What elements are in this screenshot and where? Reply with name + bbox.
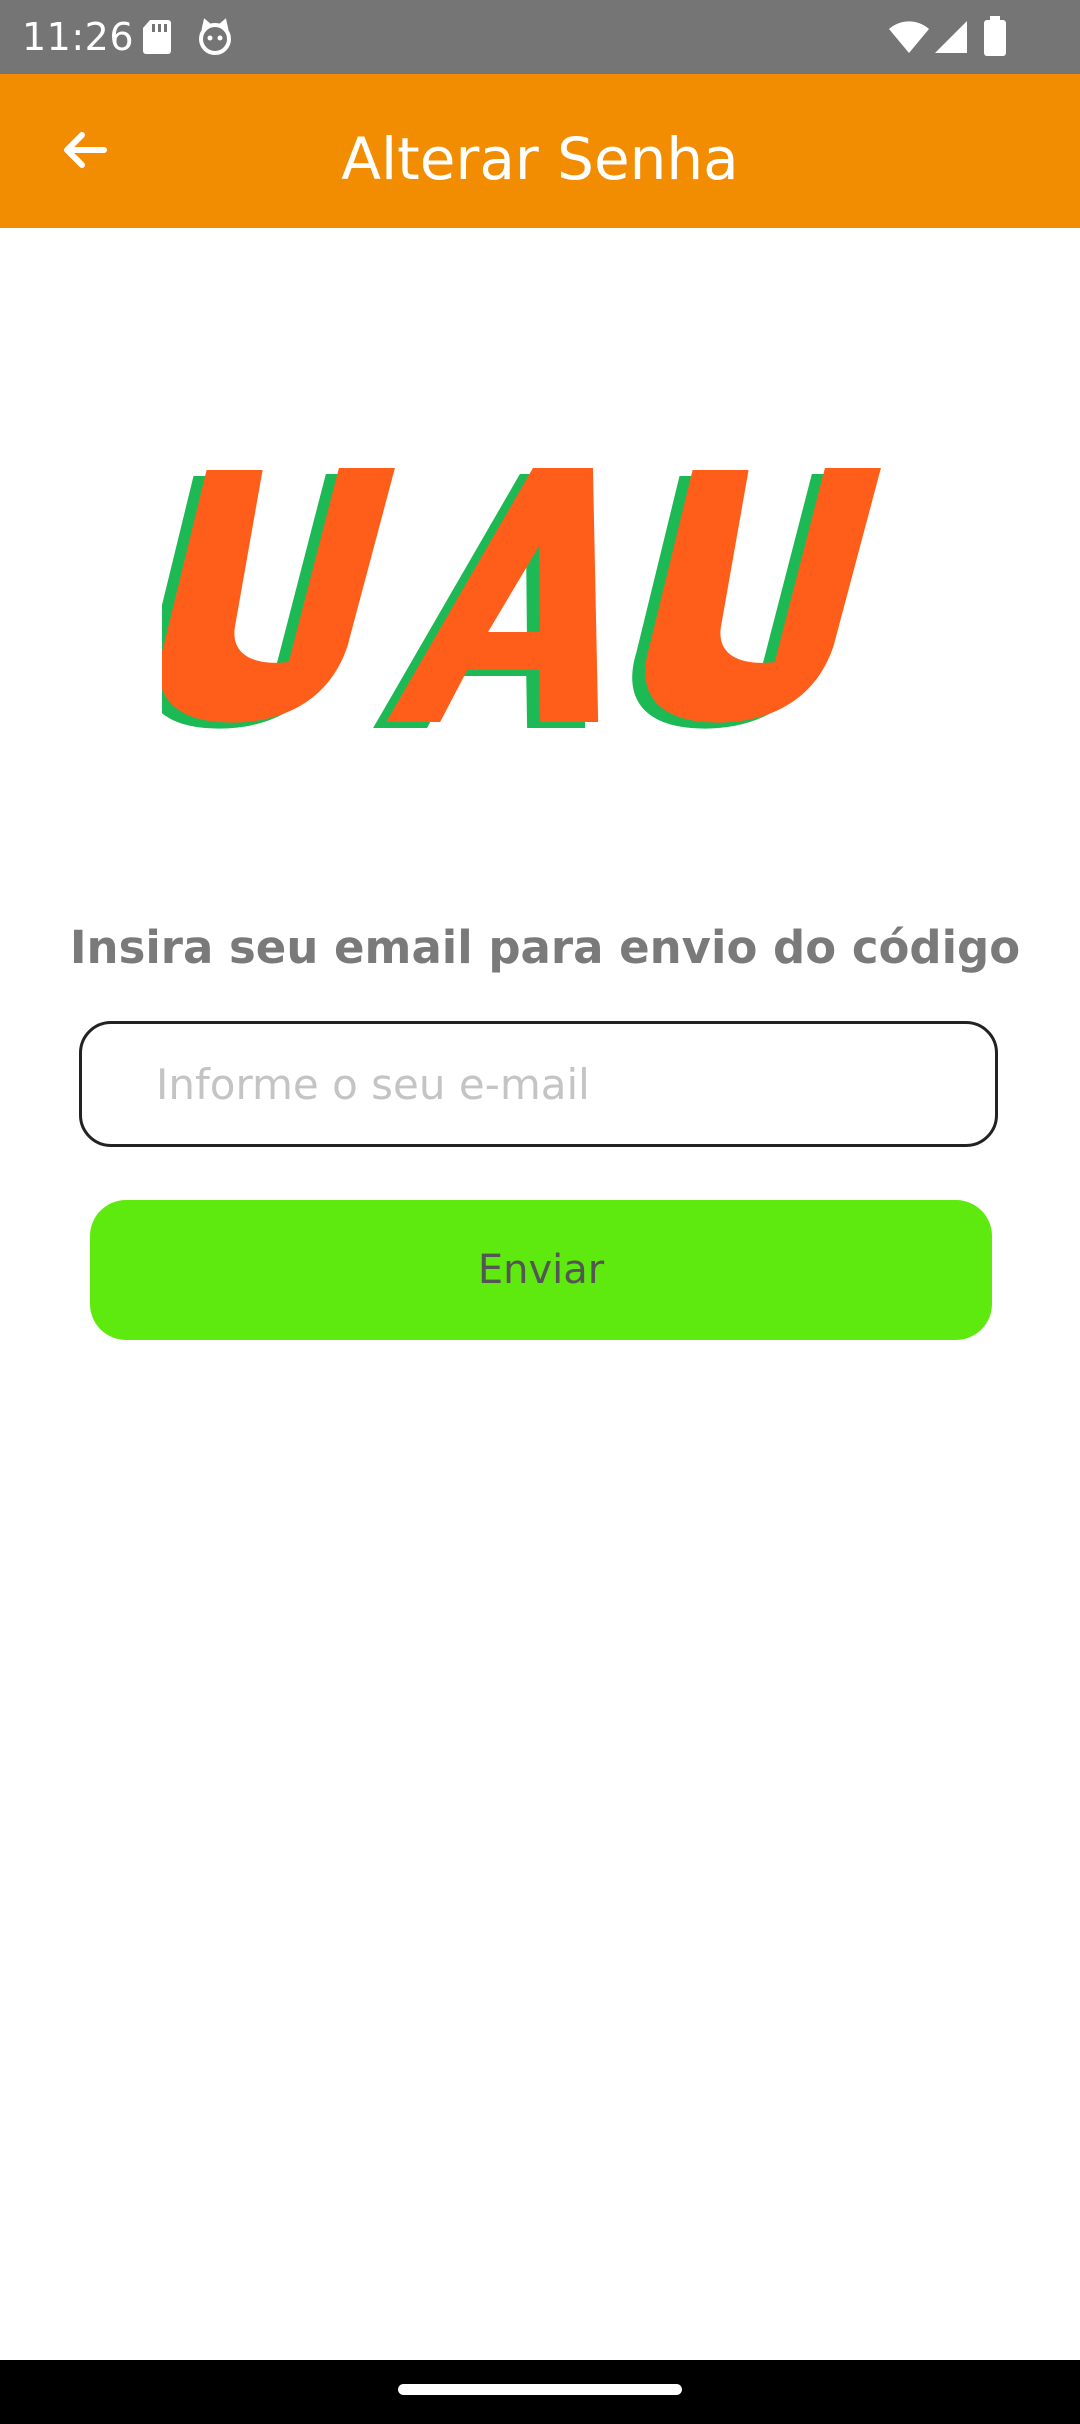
page-title: Alterar Senha — [341, 125, 739, 193]
status-time: 11:26 — [22, 15, 135, 59]
wifi-icon — [888, 20, 930, 59]
send-button[interactable]: Enviar — [90, 1200, 992, 1340]
uau-logo — [146, 462, 920, 742]
status-bar: 11:26 — [0, 0, 1080, 74]
battery-icon — [984, 16, 1006, 61]
sd-card-icon — [142, 18, 172, 61]
app-bar: Alterar Senha — [0, 74, 1080, 228]
cat-face-icon — [196, 18, 234, 61]
send-button-label: Enviar — [477, 1247, 605, 1293]
email-field[interactable] — [79, 1021, 998, 1147]
email-prompt: Insira seu email para envio do código — [69, 921, 1021, 974]
signal-icon — [934, 20, 968, 59]
home-indicator[interactable] — [398, 2384, 682, 2395]
email-input[interactable] — [156, 1024, 956, 1144]
change-password-screen: 11:26 Alterar Senha Insira seu email par… — [0, 0, 1080, 2424]
